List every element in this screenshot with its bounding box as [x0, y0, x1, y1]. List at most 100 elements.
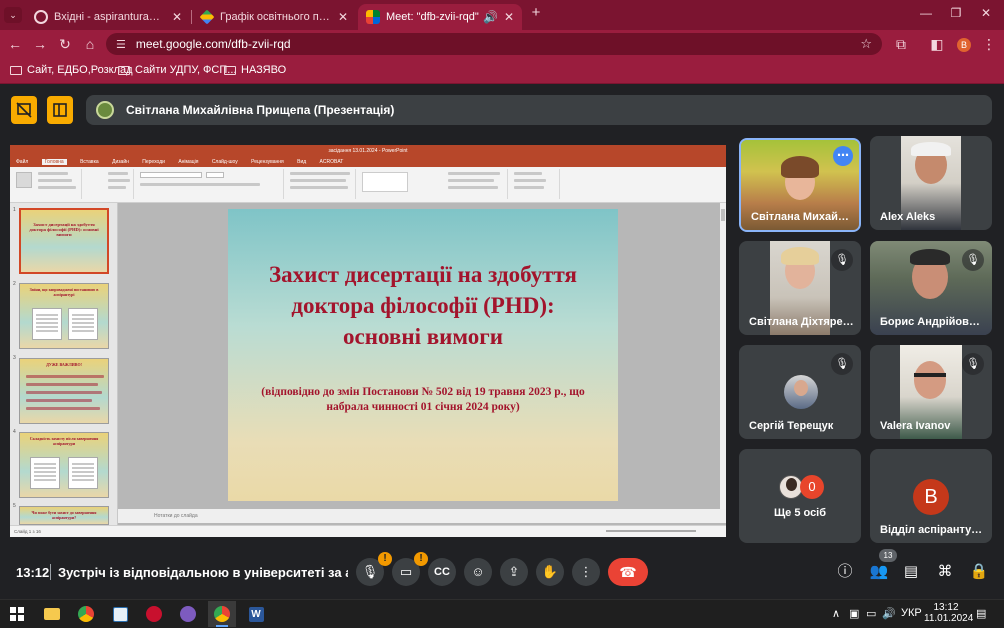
warning-icon: ! — [378, 552, 392, 566]
browser-toolbar: ← → ↻ ⌂ ☰ meet.google.com/dfb-zvii-rqd ☆… — [0, 30, 1004, 58]
paste-icon[interactable] — [16, 172, 32, 188]
home-icon[interactable]: ⌂ — [81, 35, 99, 53]
close-icon[interactable]: ✕ — [172, 10, 182, 24]
slide-scrollbar[interactable] — [720, 203, 726, 509]
ppt-ribbon-tabs: Файл Головна Вставка Дизайн Переходи Ані… — [10, 157, 726, 167]
shapes-gallery[interactable] — [362, 172, 408, 192]
document-image — [68, 457, 98, 489]
taskbar-app[interactable] — [106, 601, 134, 627]
participant-tile[interactable]: 🎙 Сергій Терещук — [739, 345, 861, 439]
more-options-icon[interactable]: ⋯ — [833, 146, 853, 166]
taskbar-explorer[interactable] — [38, 601, 66, 627]
ribbon-group-editing — [510, 169, 560, 199]
ribbon-tab[interactable]: Дизайн — [112, 159, 129, 165]
tab-meet[interactable]: Meet: "dfb-zvii-rqd" 🔊 ✕ — [358, 4, 522, 30]
presenter-label: Світлана Михайлівна Прищепа (Презентація… — [126, 103, 395, 117]
slide-thumbnail[interactable]: Складність захисту після завершення аспі… — [19, 432, 109, 498]
host-controls-icon[interactable]: 🔒 — [969, 562, 989, 582]
side-panel-icon[interactable]: ◧ — [928, 35, 946, 53]
tray-device-icon[interactable]: ▣ — [849, 607, 859, 620]
bookmark-folder[interactable]: Сайт, ЕДБО,Розклад — [10, 64, 133, 76]
taskbar-chrome[interactable] — [72, 601, 100, 627]
extensions-icon[interactable]: ⧉ — [892, 35, 910, 53]
ribbon-tab[interactable]: Вид — [297, 159, 306, 165]
bookmark-folder[interactable]: Сайти УДПУ, ФСП... — [118, 64, 236, 76]
people-icon[interactable]: 👥 — [869, 562, 889, 582]
slide-thumbnail[interactable]: Чи може бути захист до завершення аспіра… — [19, 506, 109, 525]
slide-thumbnail[interactable]: ДУЖЕ ВАЖЛИВО! — [19, 358, 109, 424]
microphone-button[interactable]: 🎙 ! — [356, 552, 392, 586]
participant-tile[interactable]: Alex Aleks — [870, 136, 992, 230]
meeting-details-icon[interactable]: ⓘ — [835, 562, 855, 582]
taskbar-word[interactable]: W — [242, 601, 270, 627]
tray-chevron-icon[interactable]: ∧ — [832, 607, 840, 620]
ribbon-tab[interactable]: Анімація — [178, 159, 198, 165]
current-slide[interactable]: Захист дисертації на здобуття доктора фі… — [228, 209, 618, 501]
forward-icon[interactable]: → — [31, 35, 49, 53]
language-indicator[interactable]: УКР — [901, 607, 922, 619]
taskbar-app[interactable] — [140, 601, 168, 627]
camera-button[interactable]: ▭ ! — [392, 552, 428, 586]
ribbon-tab[interactable]: ACROBAT — [320, 159, 344, 165]
stop-presenting-button[interactable] — [11, 96, 37, 124]
more-options-button[interactable]: ⋮ — [572, 558, 600, 586]
participant-tile[interactable]: В Відділ аспірантури... — [870, 449, 992, 543]
activities-icon[interactable]: ⌘ — [935, 562, 955, 582]
speaker-icon[interactable]: 🔊 — [483, 10, 498, 24]
ribbon-tab-active[interactable]: Головна — [41, 159, 67, 165]
new-tab-button[interactable]: + — [526, 4, 546, 21]
menu-icon[interactable]: ⋮ — [980, 35, 998, 53]
slide-thumbnail-active[interactable]: Захист дисертації на здобуття доктора фі… — [19, 208, 109, 274]
taskbar-viber[interactable] — [174, 601, 202, 627]
network-icon[interactable]: ▭ — [866, 607, 876, 620]
microphone-icon: 🎙 — [361, 564, 379, 579]
shared-screen: засідання 13.01.2024 - PowerPoint Файл Г… — [10, 145, 726, 537]
ribbon-tab[interactable]: Рецензування — [251, 159, 284, 165]
tab-search-icon[interactable]: ⌄ — [4, 7, 22, 23]
ribbon-tab[interactable]: Слайд-шоу — [212, 159, 238, 165]
taskbar-clock[interactable]: 13:12 11.01.2024 — [924, 602, 973, 624]
avatar-badge: 0 — [800, 475, 824, 499]
tab-schedule[interactable]: Графік освітнього процесу для ✕ — [192, 4, 356, 30]
close-window-icon[interactable]: ✕ — [976, 6, 996, 20]
participant-tile[interactable]: 🎙 Valera Ivanov — [870, 345, 992, 439]
more-participants-tile[interactable]: 0 Ще 5 осіб — [739, 449, 861, 543]
participant-tile[interactable]: ⋯ Світлана Михайлів... — [739, 138, 861, 232]
thumbnail-text: Захист дисертації на здобуття доктора фі… — [29, 222, 99, 237]
reload-icon[interactable]: ↻ — [56, 35, 74, 53]
restore-icon[interactable]: ❐ — [946, 6, 966, 20]
participant-tile[interactable]: 🎙 Борис Андрійович ... — [870, 241, 992, 335]
slide-thumbnail[interactable]: Зміни, що запроваджені постановою в аспі… — [19, 283, 109, 349]
tab-inbox[interactable]: Вхідні - aspirantura@udpu.edu. ✕ — [26, 4, 190, 30]
ribbon-tab[interactable]: Переходи — [142, 159, 165, 165]
close-icon[interactable]: ✕ — [338, 10, 348, 24]
notifications-icon[interactable]: ▤ — [976, 607, 986, 620]
participant-name: Сергій Терещук — [749, 420, 834, 432]
notes-pane[interactable]: Нотатки до слайда — [118, 509, 726, 523]
thumbnail-text: Складність захисту після завершення аспі… — [29, 436, 99, 446]
minimize-icon[interactable]: — — [916, 6, 936, 20]
presentation-layout-button[interactable] — [47, 96, 73, 124]
chat-icon[interactable]: ▤ — [901, 562, 921, 582]
ribbon-tab[interactable]: Вставка — [80, 159, 99, 165]
back-icon[interactable]: ← — [6, 35, 24, 53]
bookmark-folder[interactable]: НАЗЯВО — [224, 64, 286, 76]
captions-button[interactable]: CC — [428, 558, 456, 586]
volume-icon[interactable]: 🔊 — [882, 607, 896, 620]
profile-avatar[interactable]: В — [957, 38, 971, 52]
address-bar[interactable]: ☰ meet.google.com/dfb-zvii-rqd ☆ — [106, 33, 882, 55]
participant-tile[interactable]: 🎙 Світлана Діхтяренко — [739, 241, 861, 335]
present-button[interactable]: ⇪ — [500, 558, 528, 586]
leave-call-button[interactable]: ☎ — [608, 558, 648, 586]
start-button[interactable] — [3, 601, 31, 627]
close-icon[interactable]: ✕ — [504, 10, 514, 24]
site-info-icon[interactable]: ☰ — [116, 38, 126, 51]
raise-hand-button[interactable]: ✋ — [536, 558, 564, 586]
reactions-button[interactable]: ☺ — [464, 558, 492, 586]
zoom-slider[interactable] — [606, 530, 696, 532]
taskbar-chrome-active[interactable] — [208, 601, 236, 627]
ribbon-group-clipboard — [12, 169, 82, 199]
ribbon-tab[interactable]: Файл — [16, 159, 28, 165]
bookmark-star-icon[interactable]: ☆ — [860, 36, 872, 52]
thumbnail-number: 1 — [13, 207, 16, 213]
